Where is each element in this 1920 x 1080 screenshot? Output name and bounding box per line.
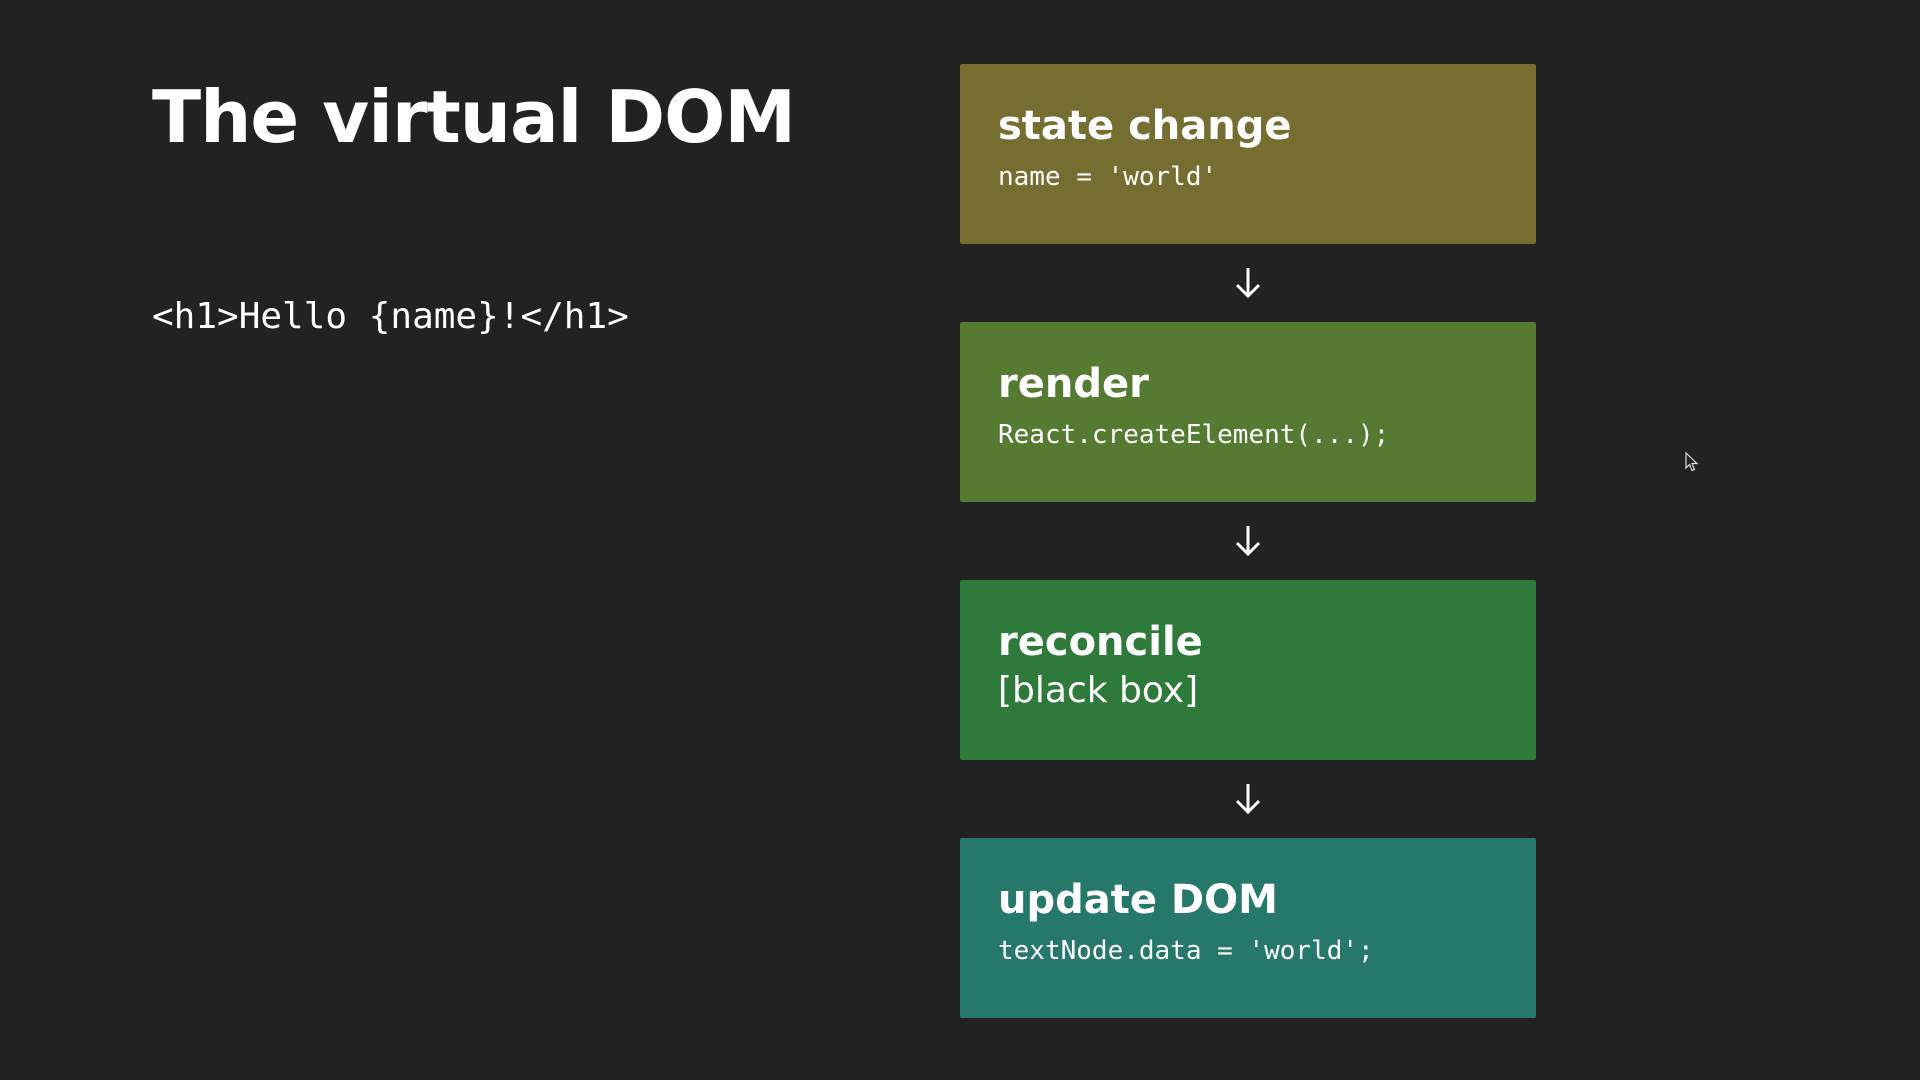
code-snippet: <h1>Hello {name}!</h1> [152,296,629,337]
step-title: update DOM [998,877,1278,923]
step-title: render [998,361,1149,407]
step-detail: React.createElement(...); [998,420,1390,450]
slide: The virtual DOM <h1>Hello {name}!</h1> s… [0,0,1920,1080]
arrow-down-icon [960,244,1536,322]
step-detail: [black box] [998,670,1199,711]
step-detail: textNode.data = 'world'; [998,936,1374,966]
step-render: render React.createElement(...); [960,322,1536,502]
step-state-change: state change name = 'world' [960,64,1536,244]
step-title: reconcile [998,619,1203,665]
flow-diagram: state change name = 'world' render React… [960,64,1536,1018]
mouse-pointer-icon [1685,451,1699,476]
slide-title: The virtual DOM [152,75,796,159]
step-detail: name = 'world' [998,162,1218,192]
step-update-dom: update DOM textNode.data = 'world'; [960,838,1536,1018]
arrow-down-icon [960,760,1536,838]
step-title: state change [998,103,1292,149]
step-reconcile: reconcile [black box] [960,580,1536,760]
arrow-down-icon [960,502,1536,580]
